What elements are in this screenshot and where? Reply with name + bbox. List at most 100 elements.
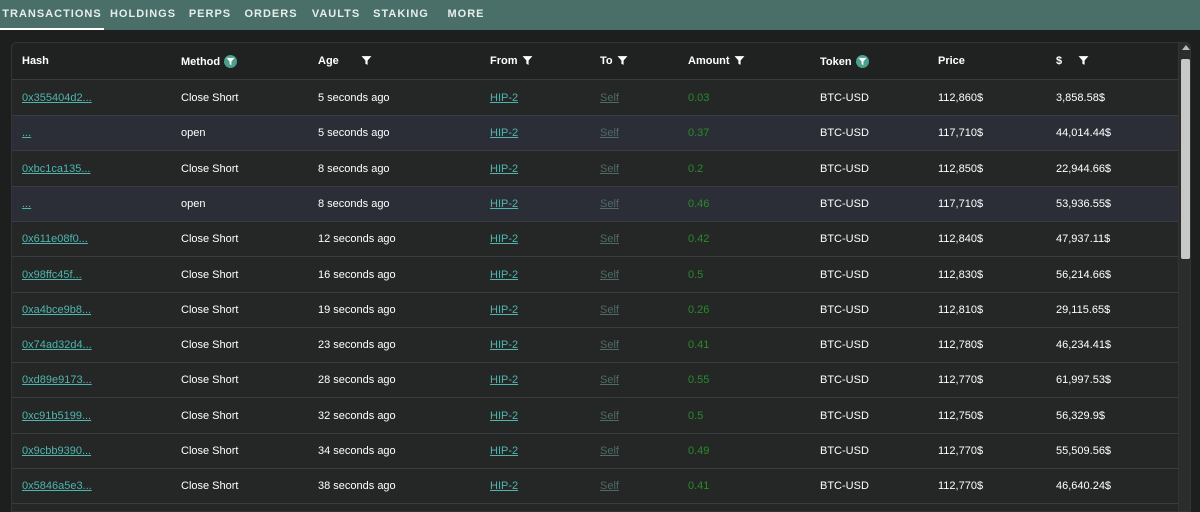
table-row[interactable]: 0x611e08f0... Close Short 12 seconds ago HI… [12, 222, 1178, 258]
from-link[interactable]: HIP-2 [490, 92, 518, 104]
filter-icon[interactable] [522, 55, 534, 67]
to-link[interactable]: Self [600, 92, 619, 104]
filter-icon[interactable] [734, 55, 746, 67]
to-link[interactable]: Self [600, 480, 619, 492]
to-link[interactable]: Self [600, 127, 619, 139]
table-row[interactable]: 0x9cbb9390... Close Short 34 seconds ago HI… [12, 434, 1178, 469]
transactions-table: Hash Method Age From To Amount Token Pri… [11, 42, 1191, 512]
to-link[interactable]: Self [600, 339, 619, 351]
table-row[interactable]: ... open 5 seconds ago HIP-2 Self 0.37 BTC-USD… [12, 116, 1178, 152]
filter-icon[interactable] [361, 55, 373, 67]
token-cell: BTC-USD [820, 92, 869, 104]
price-cell: 117,710$ [938, 197, 984, 210]
to-link[interactable]: Self [600, 410, 619, 422]
table-row[interactable]: 0xbc1ca135... Close Short 8 seconds ago HIP… [12, 151, 1178, 187]
amount-cell: 0.03 [688, 92, 710, 104]
tab-staking[interactable]: STAKING [368, 0, 434, 30]
scroll-up-arrow-icon[interactable] [1182, 45, 1190, 50]
price-cell: 112,770$ [938, 445, 984, 457]
filter-icon[interactable] [224, 55, 238, 68]
method-cell: Close Short [181, 162, 239, 175]
token-cell: BTC-USD [820, 445, 869, 457]
hash-link[interactable]: 0x74ad32d4... [22, 339, 92, 351]
hash-link[interactable]: 0xa4bce9b8... [22, 304, 91, 316]
filter-icon[interactable] [855, 55, 869, 68]
column-label-hash: Hash [22, 55, 49, 67]
price-cell: 112,830$ [938, 268, 984, 281]
from-link[interactable]: HIP-2 [490, 127, 518, 139]
hash-link[interactable]: 0xc91b5199... [22, 410, 91, 422]
tab-orders[interactable]: ORDERS [238, 0, 304, 30]
table-row[interactable]: 0x5846a5e3... Close Short 38 seconds ago HI… [12, 469, 1178, 505]
column-header-method: Method [181, 55, 238, 68]
to-link[interactable]: Self [600, 233, 619, 245]
tab-transactions[interactable]: TRANSACTIONS [0, 0, 104, 30]
to-link[interactable]: Self [600, 374, 619, 386]
price-cell: 112,850$ [938, 162, 984, 175]
token-cell: BTC-USD [820, 339, 869, 352]
column-label-to: To [600, 55, 613, 67]
hash-link[interactable]: 0xd89e9173... [22, 374, 92, 386]
table-row[interactable]: 0xd89e9173... Close Short 28 seconds ago HI… [12, 363, 1178, 399]
age-cell: 32 seconds ago [318, 409, 396, 422]
usd-value-cell: 29,115.65$ [1056, 303, 1111, 316]
scrollbar-thumb[interactable] [1181, 59, 1190, 259]
age-cell: 23 seconds ago [318, 339, 396, 352]
table-row[interactable]: 0x355404d2... Close Short 5 seconds ago HIP… [12, 81, 1178, 116]
table-row[interactable]: 0xa4bce9b8... Close Short 19 seconds ago HI… [12, 292, 1178, 328]
hash-link[interactable]: 0x5846a5e3... [22, 480, 92, 492]
to-link[interactable]: Self [600, 269, 619, 281]
price-cell: 117,710$ [938, 127, 984, 140]
from-link[interactable]: HIP-2 [490, 269, 518, 281]
filter-icon[interactable] [617, 55, 629, 67]
age-cell: 16 seconds ago [318, 268, 396, 281]
column-header-amount: Amount [688, 55, 746, 67]
column-label-price: Price [938, 55, 965, 67]
column-header-age: Age [318, 55, 373, 67]
price-cell: 112,780$ [938, 339, 984, 352]
tab-vaults[interactable]: VAULTS [304, 0, 368, 30]
amount-cell: 0.41 [688, 480, 710, 493]
tab-perps[interactable]: PERPS [182, 0, 238, 30]
age-cell: 38 seconds ago [318, 480, 396, 493]
tab-more[interactable]: MORE [434, 0, 498, 30]
hash-link[interactable]: ... [22, 127, 31, 139]
hash-link[interactable]: 0x611e08f0... [22, 233, 88, 245]
vertical-scrollbar[interactable] [1178, 43, 1190, 511]
from-link[interactable]: HIP-2 [490, 339, 518, 351]
from-link[interactable]: HIP-2 [490, 233, 518, 245]
token-cell: BTC-USD [820, 162, 869, 175]
method-cell: open [181, 127, 206, 140]
method-cell: Close Short [181, 409, 239, 422]
to-link[interactable]: Self [600, 304, 619, 316]
usd-value-cell: 56,329.9$ [1056, 409, 1105, 422]
from-link[interactable]: HIP-2 [490, 198, 518, 210]
from-link[interactable]: HIP-2 [490, 480, 518, 492]
table-row[interactable]: 0x74ad32d4... Close Short 23 seconds ago HI… [12, 328, 1178, 364]
from-link[interactable]: HIP-2 [490, 304, 518, 316]
to-link[interactable]: Self [600, 198, 619, 210]
column-label-token: Token [820, 55, 852, 68]
to-link[interactable]: Self [600, 445, 619, 457]
price-cell: 112,860$ [938, 92, 984, 104]
table-row[interactable]: ... open 8 seconds ago HIP-2 Self 0.46 BTC-USD… [12, 186, 1178, 222]
table-row[interactable]: 0xc91b5199... Close Short 32 seconds ago HI… [12, 398, 1178, 434]
hash-link[interactable]: 0xbc1ca135... [22, 163, 91, 175]
hash-link[interactable]: 0x9cbb9390... [22, 445, 91, 457]
token-cell: BTC-USD [820, 127, 869, 140]
tab-holdings[interactable]: HOLDINGS [104, 0, 182, 30]
from-link[interactable]: HIP-2 [490, 374, 518, 386]
table-row[interactable]: 0x98ffc45f... Close Short 16 seconds ago HI… [12, 257, 1178, 293]
from-link[interactable]: HIP-2 [490, 410, 518, 422]
hash-link[interactable]: ... [22, 198, 31, 210]
usd-value-cell: 46,640.24$ [1056, 480, 1112, 493]
to-link[interactable]: Self [600, 163, 619, 175]
filter-icon[interactable] [1078, 55, 1090, 67]
column-label-age: Age [318, 55, 339, 67]
token-cell: BTC-USD [820, 374, 869, 387]
hash-link[interactable]: 0x355404d2... [22, 92, 92, 104]
from-link[interactable]: HIP-2 [490, 163, 518, 175]
usd-value-cell: 22,944.66$ [1056, 162, 1112, 175]
from-link[interactable]: HIP-2 [490, 445, 518, 457]
hash-link[interactable]: 0x98ffc45f... [22, 269, 82, 281]
